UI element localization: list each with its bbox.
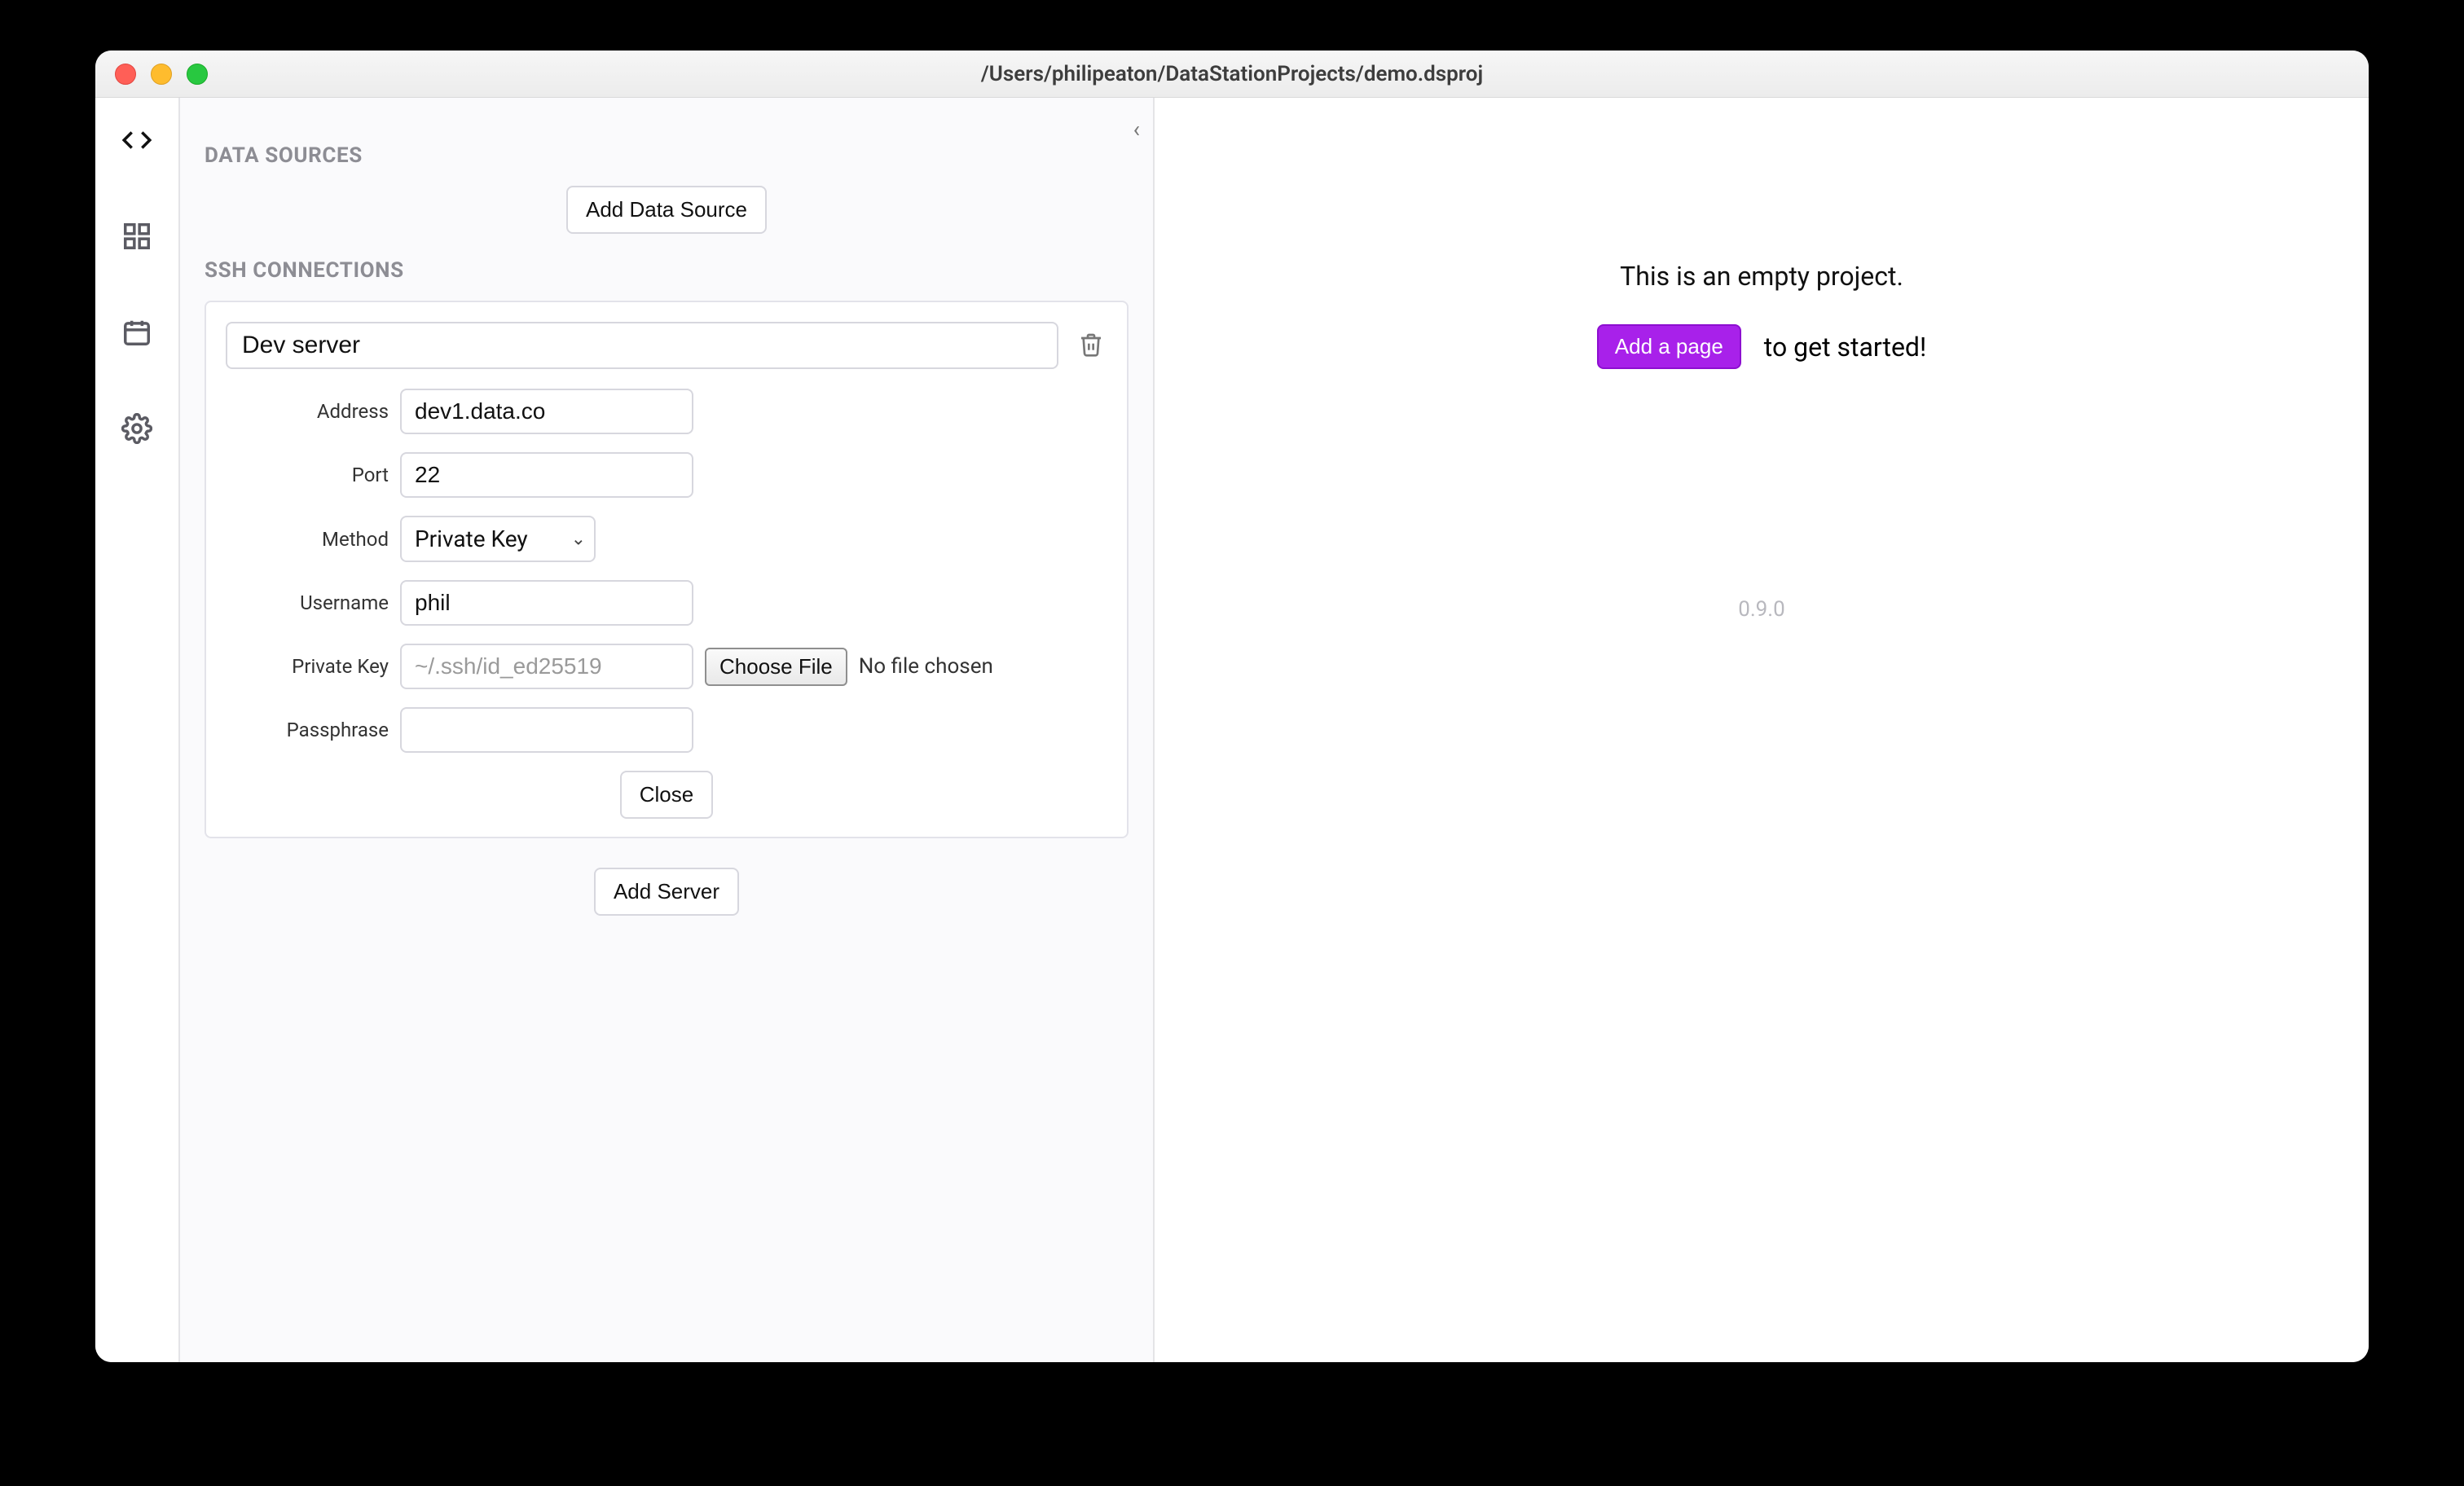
port-input[interactable] <box>400 452 693 498</box>
username-input[interactable] <box>400 580 693 626</box>
minimize-window-button[interactable] <box>151 64 172 85</box>
nav-settings[interactable] <box>117 411 156 450</box>
add-data-source-button[interactable]: Add Data Source <box>566 186 767 234</box>
add-server-button[interactable]: Add Server <box>594 868 739 916</box>
no-file-chosen-text: No file chosen <box>859 654 993 679</box>
nav-scheduler[interactable] <box>117 314 156 354</box>
config-panel: ‹ DATA SOURCES Add Data Source SSH CONNE… <box>180 98 1155 1362</box>
main-panel: This is an empty project. Add a page to … <box>1155 98 2369 1362</box>
close-card-button[interactable]: Close <box>620 771 713 819</box>
port-label: Port <box>226 464 389 486</box>
window-controls <box>115 64 208 85</box>
passphrase-input[interactable] <box>400 707 693 753</box>
ssh-connections-heading: SSH CONNECTIONS <box>205 258 1129 283</box>
method-label: Method <box>226 528 389 551</box>
nav-code[interactable] <box>117 122 156 161</box>
username-label: Username <box>226 591 389 614</box>
empty-project-message: This is an empty project. <box>1620 261 1903 292</box>
trash-icon <box>1078 332 1104 360</box>
titlebar: /Users/philipeaton/DataStationProjects/d… <box>95 51 2369 98</box>
collapse-panel-button[interactable]: ‹ <box>1133 116 1140 143</box>
method-select[interactable]: Private Key <box>400 516 596 562</box>
dashboard-icon <box>121 221 152 255</box>
version-label: 0.9.0 <box>1738 597 1785 622</box>
settings-icon <box>121 413 152 447</box>
data-sources-heading: DATA SOURCES <box>205 143 1129 168</box>
ssh-server-card: Address Port Method Private Key ⌄ <box>205 301 1129 838</box>
address-input[interactable] <box>400 389 693 434</box>
add-page-button[interactable]: Add a page <box>1597 324 1741 369</box>
zoom-window-button[interactable] <box>187 64 208 85</box>
delete-server-button[interactable] <box>1075 329 1107 362</box>
close-window-button[interactable] <box>115 64 136 85</box>
nav-rail <box>95 98 180 1362</box>
get-started-text: to get started! <box>1764 332 1926 363</box>
code-icon <box>121 125 152 159</box>
server-name-input[interactable] <box>226 322 1058 369</box>
nav-dashboard[interactable] <box>117 218 156 257</box>
passphrase-label: Passphrase <box>226 719 389 741</box>
private-key-path-input[interactable] <box>400 644 693 689</box>
app-window: /Users/philipeaton/DataStationProjects/d… <box>95 51 2369 1362</box>
private-key-label: Private Key <box>226 655 389 678</box>
choose-file-button[interactable]: Choose File <box>705 648 847 686</box>
window-title: /Users/philipeaton/DataStationProjects/d… <box>981 62 1483 86</box>
calendar-icon <box>121 317 152 351</box>
chevron-left-icon: ‹ <box>1133 116 1140 143</box>
address-label: Address <box>226 400 389 423</box>
